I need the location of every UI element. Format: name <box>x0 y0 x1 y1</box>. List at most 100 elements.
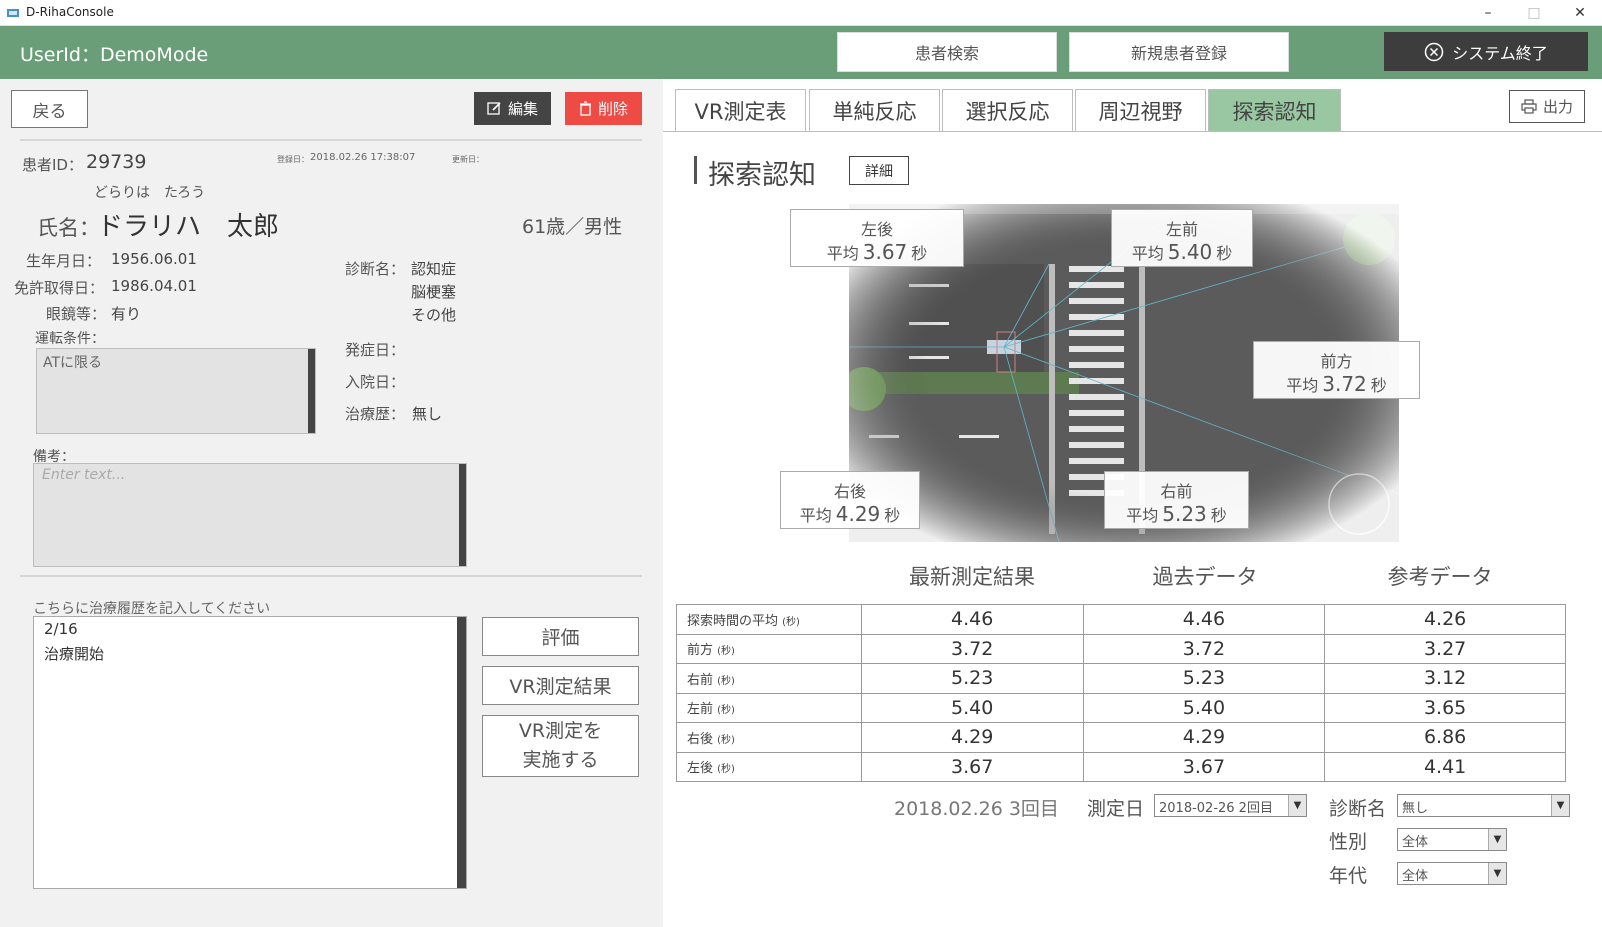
vr-run-button[interactable]: VR測定を 実施する <box>482 715 639 777</box>
table-row: 左後 (秒) 3.67 3.67 4.41 <box>676 751 1566 782</box>
glasses-label: 眼鏡等： <box>46 305 107 323</box>
chevron-down-icon: ▼ <box>1551 795 1569 816</box>
gender-select[interactable]: 全体 ▼ <box>1397 828 1507 851</box>
updated-label: 更新日： <box>452 155 484 164</box>
patient-id-label: 患者ID： <box>22 156 83 174</box>
col-header-reference: 参考データ <box>1387 565 1493 589</box>
back-button[interactable]: 戻る <box>11 90 88 128</box>
dir-name: 右後 <box>833 482 866 501</box>
row-unit: (秒) <box>717 734 735 746</box>
cell-reference: 3.65 <box>1324 692 1566 723</box>
license-label: 免許取得日： <box>14 279 105 297</box>
new-patient-button[interactable]: 新規患者登録 <box>1069 32 1289 72</box>
circle-x-icon <box>1424 42 1444 61</box>
col-header-past: 過去データ <box>1152 565 1258 589</box>
output-button[interactable]: 出力 <box>1509 90 1585 123</box>
printer-icon <box>1521 99 1537 114</box>
diagnosis-label: 診断名： <box>345 260 406 278</box>
patient-name: ドラリハ 太郎 <box>97 212 280 242</box>
tab-simple-reaction[interactable]: 単純反応 <box>809 89 940 131</box>
scrollbar[interactable] <box>459 464 466 566</box>
latest-date: 2018.02.26 3回目 <box>894 798 1059 820</box>
history-line: 治療開始 <box>44 645 105 663</box>
age-filter-value: 全体 <box>1402 869 1429 884</box>
row-label: 右後 (秒) <box>676 722 862 753</box>
row-label-text: 前方 <box>687 643 714 659</box>
diagnosis-select[interactable]: 無し ▼ <box>1397 794 1570 817</box>
row-label: 左前 (秒) <box>676 692 862 723</box>
vr-run-line: VR測定を <box>518 720 603 742</box>
scrollbar[interactable] <box>457 617 466 888</box>
age-select[interactable]: 全体 ▼ <box>1397 862 1507 885</box>
tab-peripheral-vision[interactable]: 周辺視野 <box>1075 89 1206 131</box>
tab-choice-reaction[interactable]: 選択反応 <box>942 89 1073 131</box>
edit-button[interactable]: 編集 <box>474 92 551 125</box>
cell-latest: 3.67 <box>860 751 1084 782</box>
evaluation-button[interactable]: 評価 <box>482 617 639 656</box>
chevron-down-icon: ▼ <box>1288 795 1306 816</box>
avg-label: 平均 <box>799 506 832 525</box>
trash-icon <box>579 101 591 116</box>
measure-date-select[interactable]: 2018-02-26 2回目 ▼ <box>1154 794 1307 817</box>
minimize-icon[interactable]: – <box>1465 0 1511 26</box>
dir-left-back: 左後 平均 3.67 秒 <box>790 209 964 267</box>
delete-button[interactable]: 削除 <box>565 92 642 125</box>
patient-kana: どらりは たろう <box>94 185 206 201</box>
close-window-icon[interactable]: ✕ <box>1557 0 1602 26</box>
tab-search-cognition[interactable]: 探索認知 <box>1208 89 1341 131</box>
cell-reference: 3.12 <box>1324 663 1566 694</box>
birth-label: 生年月日： <box>26 252 102 270</box>
cell-past: 4.46 <box>1082 604 1326 635</box>
tab-vr-table[interactable]: VR測定表 <box>675 89 806 131</box>
license-value: 1986.04.01 <box>111 277 197 295</box>
edit-icon <box>487 102 501 115</box>
dir-value: 5.40 <box>1167 240 1213 264</box>
results-panel: VR測定表 単純反応 選択反応 周辺視野 探索認知 出力 探索認知 詳細 左後 … <box>663 79 1602 927</box>
notes-field[interactable]: Enter text... <box>33 463 467 567</box>
title-bar-accent <box>694 156 697 184</box>
vr-run-line: 実施する <box>522 749 599 771</box>
system-exit-button[interactable]: システム終了 <box>1384 32 1588 71</box>
row-label: 左後 (秒) <box>676 751 862 782</box>
cell-reference: 6.86 <box>1324 722 1566 753</box>
detail-button[interactable]: 詳細 <box>849 156 909 185</box>
treatment-label: 治療歴： <box>345 405 406 423</box>
output-label: 出力 <box>1542 98 1573 116</box>
table-row: 前方 (秒) 3.72 3.72 3.27 <box>676 633 1566 664</box>
onset-label: 発症日： <box>345 341 406 359</box>
notes-placeholder: Enter text... <box>42 467 126 483</box>
row-unit: (秒) <box>717 646 735 658</box>
system-exit-label: システム終了 <box>1452 43 1548 63</box>
cell-past: 5.23 <box>1082 663 1326 694</box>
patient-search-button[interactable]: 患者検索 <box>837 32 1057 72</box>
divider <box>20 575 642 577</box>
diagnosis-filter-value: 無し <box>1402 801 1429 816</box>
gender-filter-label: 性別 <box>1329 831 1368 853</box>
row-label-text: 左後 <box>687 761 714 777</box>
history-field[interactable]: 2/16 治療開始 <box>33 616 467 889</box>
scrollbar[interactable] <box>308 349 315 433</box>
dir-name: 右前 <box>1160 482 1193 501</box>
cell-past: 5.40 <box>1082 692 1326 723</box>
cell-past: 3.67 <box>1082 751 1326 782</box>
driving-condition-value: ATに限る <box>43 355 103 371</box>
glasses-value: 有り <box>111 305 142 323</box>
diagnosis-item: その他 <box>411 306 457 324</box>
cell-reference: 4.26 <box>1324 604 1566 635</box>
avg-label: 平均 <box>826 244 859 263</box>
unit: 秒 <box>1216 244 1233 263</box>
delete-label: 削除 <box>597 100 628 118</box>
driving-condition-field[interactable]: ATに限る <box>36 348 316 434</box>
dir-name: 前方 <box>1320 352 1353 371</box>
cell-past: 4.29 <box>1082 722 1326 753</box>
row-unit: (秒) <box>717 764 735 776</box>
table-row: 右後 (秒) 4.29 4.29 6.86 <box>676 722 1566 753</box>
divider <box>20 139 642 141</box>
row-unit: (秒) <box>717 705 735 717</box>
unit: 秒 <box>1210 506 1227 525</box>
chevron-down-icon: ▼ <box>1488 829 1506 850</box>
vr-result-button[interactable]: VR測定結果 <box>482 666 639 705</box>
maximize-icon[interactable]: □ <box>1511 0 1557 26</box>
section-title: 探索認知 <box>708 160 816 191</box>
measure-date-value: 2018-02-26 2回目 <box>1159 801 1273 816</box>
